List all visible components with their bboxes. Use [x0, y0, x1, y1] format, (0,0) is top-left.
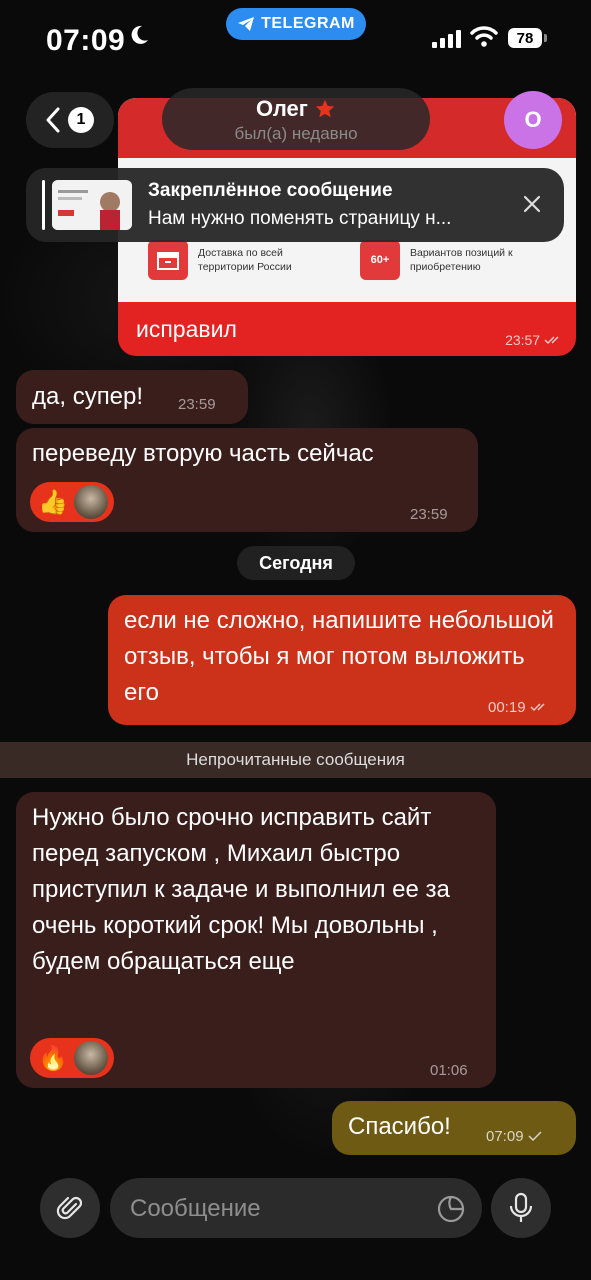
message-outgoing[interactable]: если не сложно, напишите небольшой отзыв… [108, 595, 576, 725]
star-icon [315, 99, 335, 118]
battery-indicator: 78 [508, 28, 542, 48]
check-icon [528, 1131, 542, 1142]
message-incoming[interactable]: Нужно было срочно исправить сайт перед з… [16, 792, 496, 1088]
message-time: 00:19 [488, 699, 550, 716]
avatar[interactable]: О [504, 91, 562, 149]
microphone-button[interactable] [491, 1178, 551, 1238]
message-incoming[interactable]: да, супер! 23:59 [16, 370, 248, 424]
contact-name: Олег [256, 96, 308, 121]
message-time: 23:59 [178, 396, 216, 413]
microphone-icon [509, 1192, 533, 1222]
message-reactions[interactable]: 🔥 [30, 1038, 114, 1078]
chevron-left-icon [46, 107, 60, 133]
count-badge: 60+ [360, 240, 400, 280]
signal-icon [432, 30, 461, 48]
back-button[interactable]: 1 [26, 92, 114, 148]
box-icon [148, 240, 188, 280]
status-bar: 07:09 TELEGRAM 78 [0, 0, 591, 80]
pinned-title: Закреплённое сообщение [148, 180, 393, 201]
pinned-text: Нам нужно поменять страницу н... [148, 208, 452, 229]
close-icon[interactable] [520, 192, 544, 216]
contact-status: был(а) недавно [234, 124, 358, 143]
telegram-pill[interactable]: TELEGRAM [226, 8, 366, 40]
battery-tip [544, 34, 547, 42]
chat-title[interactable]: Олег был(а) недавно [162, 88, 430, 150]
message-outgoing[interactable]: Спасибо! 07:09 [332, 1101, 576, 1155]
feature-positions-text: Вариантов позиций к приобретению [410, 246, 513, 273]
message-text: Спасибо! [348, 1113, 451, 1140]
date-separator: Сегодня [237, 546, 355, 580]
unread-separator: Непрочитанные сообщения [0, 742, 591, 778]
message-text: переведу вторую часть сейчас [32, 440, 374, 467]
read-checks-icon [530, 703, 545, 712]
message-input-container[interactable] [110, 1178, 482, 1240]
feature-positions: 60+ Вариантов позиций к приобретению [360, 240, 530, 280]
status-time: 07:09 [46, 24, 126, 57]
wifi-icon [470, 26, 498, 47]
thumbs-up-icon: 👍 [38, 488, 68, 516]
message-time: 07:09 [486, 1128, 542, 1145]
feature-delivery-text: Доставка по всей территории России [198, 246, 292, 273]
telegram-pill-label: TELEGRAM [261, 15, 355, 32]
message-time: 01:06 [430, 1062, 468, 1079]
pinned-message-bar[interactable]: Закреплённое сообщение Нам нужно поменят… [26, 168, 564, 242]
fire-icon: 🔥 [38, 1044, 68, 1072]
read-checks-icon [544, 336, 559, 345]
message-input[interactable] [128, 1178, 422, 1240]
message-time: 23:59 [410, 506, 448, 523]
message-text: если не сложно, напишите небольшой отзыв… [124, 607, 554, 706]
message-reactions[interactable]: 👍 [30, 482, 114, 522]
pinned-thumbnail [52, 180, 132, 230]
image-caption: исправил [136, 316, 237, 342]
message-text: Нужно было срочно исправить сайт перед з… [32, 804, 450, 975]
paperclip-icon [56, 1196, 83, 1220]
moon-icon [131, 25, 148, 44]
telegram-send-icon [238, 17, 255, 31]
pinned-indicator [42, 180, 45, 230]
reaction-avatar [73, 485, 108, 519]
message-text: да, супер! [32, 383, 144, 410]
feature-delivery: Доставка по всей территории России [148, 240, 318, 280]
attach-button[interactable] [40, 1178, 100, 1238]
message-time: 23:57 [505, 332, 564, 348]
unread-count-badge: 1 [68, 107, 94, 133]
reaction-avatar [73, 1041, 108, 1075]
message-incoming[interactable]: переведу вторую часть сейчас 👍 23:59 [16, 428, 478, 532]
sticker-icon[interactable] [436, 1194, 466, 1224]
